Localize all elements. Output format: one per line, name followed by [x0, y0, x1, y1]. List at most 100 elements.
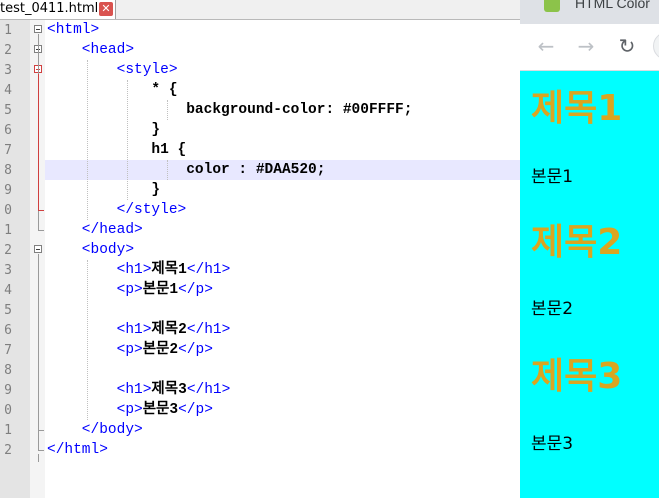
- code-line[interactable]: 0 <p>본문3</p>: [0, 400, 520, 420]
- code-line[interactable]: 6 <h1>제목2</h1>: [0, 320, 520, 340]
- file-tab-label: test_0411.html: [0, 1, 99, 16]
- line-number: 2: [4, 443, 12, 458]
- html-tag-token: </head>: [47, 222, 143, 238]
- line-number: 4: [4, 83, 12, 98]
- fold-range-line: [38, 74, 39, 210]
- file-tab[interactable]: test_0411.html ✕: [0, 0, 116, 19]
- paragraph-1: 본문1: [531, 167, 574, 187]
- line-number: 6: [4, 323, 12, 338]
- forward-arrow-icon[interactable]: →: [574, 34, 598, 58]
- html-tag-token: <p>: [47, 402, 143, 418]
- browser-tab-title[interactable]: HTML Color: [575, 0, 650, 11]
- line-number: 0: [4, 203, 12, 218]
- code-line[interactable]: 2 <body>: [0, 240, 520, 260]
- text-token: }: [47, 122, 161, 138]
- code-editor[interactable]: test_0411.html ✕ 1 <html> 2 <head> 3 <style…: [0, 0, 520, 498]
- code-text: <h1>제목3</h1>: [47, 382, 231, 398]
- code-line[interactable]: 5: [0, 300, 520, 320]
- paragraph-3: 본문3: [531, 434, 574, 454]
- code-line[interactable]: 1 </head>: [0, 220, 520, 240]
- code-text: </style>: [47, 202, 187, 218]
- address-bar[interactable]: [653, 32, 659, 60]
- code-line[interactable]: 9 <h1>제목3</h1>: [0, 380, 520, 400]
- code-line[interactable]: 1 <html>: [0, 20, 520, 40]
- heading-1: 제목1: [531, 88, 623, 129]
- html-tag-token: </p>: [178, 282, 213, 298]
- line-number: 4: [4, 283, 12, 298]
- paragraph-2: 본문2: [531, 299, 574, 319]
- code-text: <html>: [47, 22, 99, 38]
- code-text: </head>: [47, 222, 143, 238]
- code-line[interactable]: 2 <head>: [0, 40, 520, 60]
- code-line[interactable]: 4 <p>본문1</p>: [0, 280, 520, 300]
- browser-toolbar: ← → ↻: [520, 24, 659, 71]
- code-line[interactable]: 4 * {: [0, 80, 520, 100]
- text-token: 제목2: [151, 322, 187, 338]
- fold-end-marker: [38, 210, 44, 211]
- text-token: 본문2: [142, 342, 179, 358]
- indent-guide: [127, 80, 128, 200]
- code-line[interactable]: 1 </body>: [0, 420, 520, 440]
- code-text: <body>: [47, 242, 134, 258]
- html-tag-token: </h1>: [186, 322, 231, 338]
- code-text: }: [47, 122, 160, 138]
- html-tag-token: <h1>: [47, 322, 152, 338]
- text-token: 본문3: [142, 402, 179, 418]
- fold-end-marker: [38, 430, 44, 431]
- code-text: color : #DAA520;: [47, 162, 325, 178]
- code-text: </body>: [47, 422, 143, 438]
- code-text: h1 {: [47, 142, 186, 158]
- code-line[interactable]: 7 <p>본문2</p>: [0, 340, 520, 360]
- text-token: background-color: #00FFFF;: [47, 102, 413, 118]
- code-line[interactable]: 3 <style>: [0, 60, 520, 80]
- line-number: 9: [4, 383, 12, 398]
- code-line[interactable]: 6 }: [0, 120, 520, 140]
- html-tag-token: </p>: [178, 342, 213, 358]
- fold-toggle-icon[interactable]: [34, 25, 42, 33]
- code-line[interactable]: 8 color : #DAA520;: [0, 160, 520, 180]
- code-text: <p>본문2</p>: [47, 342, 213, 358]
- code-line[interactable]: 3 <h1>제목1</h1>: [0, 260, 520, 280]
- html-tag-token: <style>: [47, 62, 178, 78]
- line-number: 8: [4, 363, 12, 378]
- code-line[interactable]: 7 h1 {: [0, 140, 520, 160]
- indent-guide: [87, 60, 88, 220]
- html-tag-token: </h1>: [186, 262, 231, 278]
- text-token: h1 {: [47, 142, 187, 158]
- line-number: 1: [4, 23, 12, 38]
- back-arrow-icon[interactable]: ←: [534, 34, 558, 58]
- fold-toggle-icon[interactable]: [34, 245, 42, 253]
- line-number: 5: [4, 103, 12, 118]
- text-token: 제목3: [151, 382, 187, 398]
- text-token: color : #DAA520;: [47, 162, 326, 178]
- code-line[interactable]: 2 </html>: [0, 440, 520, 460]
- code-text: <style>: [47, 62, 178, 78]
- line-number: 2: [4, 243, 12, 258]
- line-number: 2: [4, 43, 12, 58]
- page-viewport: 제목1 본문1 제목2 본문2 제목3 본문3: [520, 71, 659, 498]
- code-line[interactable]: 0 </style>: [0, 200, 520, 220]
- browser-window: HTML Color ← → ↻ 제목1 본문1 제목2 본문2 제목3 본문3: [520, 0, 659, 498]
- fold-end-marker: [38, 230, 44, 231]
- html-tag-token: <html>: [47, 22, 100, 38]
- code-line[interactable]: 8: [0, 360, 520, 380]
- indent-guide: [87, 260, 88, 420]
- html-tag-token: <h1>: [47, 262, 152, 278]
- indent-guide: [167, 160, 168, 180]
- code-text: <h1>제목1</h1>: [47, 262, 231, 278]
- line-number: 7: [4, 343, 12, 358]
- text-token: * {: [47, 82, 178, 98]
- code-text: * {: [47, 82, 178, 98]
- text-token: }: [47, 182, 161, 198]
- line-number: 9: [4, 183, 12, 198]
- code-line[interactable]: 5 background-color: #00FFFF;: [0, 100, 520, 120]
- line-number: 6: [4, 123, 12, 138]
- line-number: 1: [4, 423, 12, 438]
- code-text: }: [47, 182, 160, 198]
- code-line[interactable]: 9 }: [0, 180, 520, 200]
- html-tag-token: <p>: [47, 342, 143, 358]
- reload-icon[interactable]: ↻: [615, 34, 639, 58]
- close-icon[interactable]: ✕: [99, 2, 113, 16]
- line-number: 3: [4, 63, 12, 78]
- html-tag-token: </body>: [47, 422, 143, 438]
